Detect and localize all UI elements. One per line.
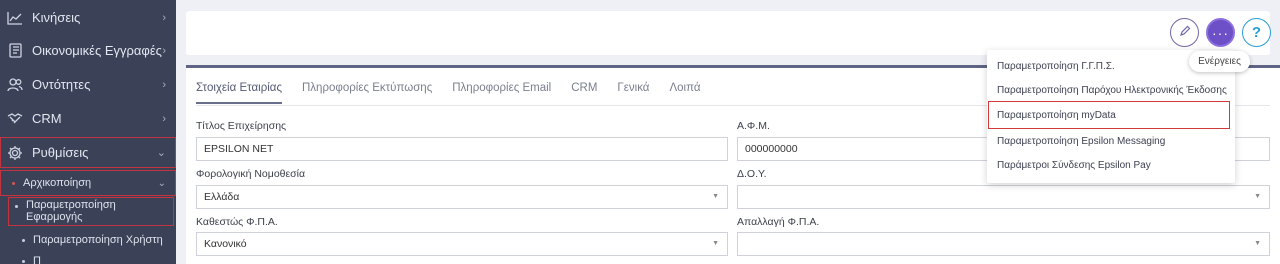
sidebar-item-crm[interactable]: CRM › bbox=[0, 102, 176, 135]
caret-down-icon: ▼ bbox=[712, 193, 719, 200]
tab-crm[interactable]: CRM bbox=[571, 82, 597, 104]
caret-down-icon: ▼ bbox=[1254, 240, 1261, 247]
doy-label: Δ.Ο.Υ. bbox=[737, 168, 767, 180]
sidebar-subitem-next[interactable]: Π bbox=[0, 256, 176, 264]
sidebar-subitem-label: Παραμετροποίηση Χρήστη bbox=[33, 234, 163, 246]
sidebar: Κινήσεις › Οικονομικές Εγγραφές › Οντότη… bbox=[0, 0, 176, 264]
edit-button[interactable] bbox=[1170, 18, 1199, 47]
sidebar-subitem-label: Αρχικοποίηση bbox=[23, 177, 92, 189]
pencil-icon bbox=[1179, 25, 1191, 40]
sidebar-item-kiniseis[interactable]: Κινήσεις › bbox=[0, 1, 176, 34]
help-button[interactable]: ? bbox=[1242, 18, 1271, 47]
tax-law-value: Ελλάδα bbox=[204, 191, 240, 203]
sidebar-subitem-label: Π bbox=[33, 256, 41, 264]
sidebar-item-oikonomikes[interactable]: Οικονομικές Εγγραφές › bbox=[0, 34, 176, 67]
sidebar-item-rythmiseis[interactable]: Ρυθμίσεις ⌄ bbox=[0, 137, 176, 168]
business-title-field[interactable]: EPSILON NET bbox=[196, 137, 728, 161]
tab-print-info[interactable]: Πληροφορίες Εκτύπωσης bbox=[302, 82, 432, 104]
vat-status-label: Καθεστώς Φ.Π.Α. bbox=[196, 216, 278, 228]
caret-down-icon: ▼ bbox=[712, 240, 719, 247]
vat-exempt-label: Απαλλαγή Φ.Π.Α. bbox=[737, 216, 820, 228]
bullet bbox=[12, 181, 15, 185]
sidebar-subitem-init[interactable]: Αρχικοποίηση ⌄ bbox=[0, 170, 176, 196]
sidebar-item-label: Κινήσεις bbox=[32, 10, 81, 25]
doy-select[interactable]: ▼ bbox=[737, 185, 1270, 209]
menu-item-ggps[interactable]: Παραμετροποίηση Γ.Γ.Π.Σ. bbox=[997, 61, 1115, 72]
chevron-right-icon: › bbox=[162, 44, 166, 57]
actions-tooltip: Ενέργειες bbox=[1189, 51, 1250, 72]
sidebar-item-label: Οικονομικές Εγγραφές bbox=[32, 43, 162, 58]
vat-status-value: Κανονικό bbox=[204, 238, 247, 250]
sidebar-subitem-user-params[interactable]: Παραμετροποίηση Χρήστη bbox=[0, 232, 176, 248]
sidebar-subitem-label: Παραμετροποίηση Εφαρμογής bbox=[26, 199, 116, 223]
menu-item-provider[interactable]: Παραμετροποίηση Παρόχου Ηλεκτρονικής Έκδ… bbox=[997, 85, 1227, 96]
users-icon bbox=[6, 76, 24, 94]
ellipsis-icon: ··· bbox=[1212, 24, 1229, 41]
toolbar bbox=[186, 11, 1270, 55]
menu-item-pay[interactable]: Παράμετροι Σύνδεσης Epsilon Pay bbox=[997, 160, 1151, 171]
gear-icon bbox=[6, 144, 24, 162]
bullet bbox=[22, 238, 25, 242]
tab-general[interactable]: Γενικά bbox=[617, 82, 649, 104]
vat-status-select[interactable]: Κανονικό ▼ bbox=[196, 232, 728, 256]
question-icon: ? bbox=[1251, 24, 1262, 41]
sidebar-item-label: CRM bbox=[32, 111, 62, 126]
bullet bbox=[22, 259, 25, 263]
tax-law-select[interactable]: Ελλάδα ▼ bbox=[196, 185, 728, 209]
chart-icon bbox=[6, 9, 24, 27]
sidebar-item-ontotites[interactable]: Οντότητες › bbox=[0, 68, 176, 101]
sidebar-item-label: Οντότητες bbox=[32, 77, 91, 92]
vat-exempt-select[interactable]: ▼ bbox=[737, 232, 1270, 256]
ledger-icon bbox=[6, 42, 24, 60]
sidebar-subitem-app-params[interactable]: Παραμετροποίηση Εφαρμογής bbox=[8, 197, 174, 226]
actions-button[interactable]: ··· bbox=[1206, 18, 1235, 47]
sidebar-item-label: Ρυθμίσεις bbox=[32, 145, 89, 160]
tab-email-info[interactable]: Πληροφορίες Email bbox=[452, 82, 551, 104]
chevron-right-icon: › bbox=[162, 78, 166, 91]
caret-down-icon: ▼ bbox=[1254, 193, 1261, 200]
chevron-right-icon: › bbox=[162, 112, 166, 125]
tab-company-info[interactable]: Στοιχεία Εταιρίας bbox=[196, 82, 282, 104]
tab-misc[interactable]: Λοιπά bbox=[669, 82, 700, 104]
menu-item-messaging[interactable]: Παραμετροποίηση Epsilon Messaging bbox=[997, 136, 1165, 147]
chevron-down-icon: ⌄ bbox=[157, 177, 166, 189]
tab-bar: Στοιχεία Εταιρίας Πληροφορίες Εκτύπωσης … bbox=[196, 82, 721, 104]
tax-law-label: Φορολογική Νομοθεσία bbox=[196, 168, 306, 180]
bullet bbox=[15, 205, 18, 208]
handshake-icon bbox=[6, 110, 24, 128]
chevron-down-icon: ⌄ bbox=[156, 147, 166, 159]
chevron-right-icon: › bbox=[162, 11, 166, 24]
menu-item-mydata[interactable]: Παραμετροποίηση myData bbox=[988, 101, 1230, 129]
afm-label: Α.Φ.Μ. bbox=[737, 120, 770, 132]
business-title-label: Τίτλος Επιχείρησης bbox=[196, 120, 287, 132]
